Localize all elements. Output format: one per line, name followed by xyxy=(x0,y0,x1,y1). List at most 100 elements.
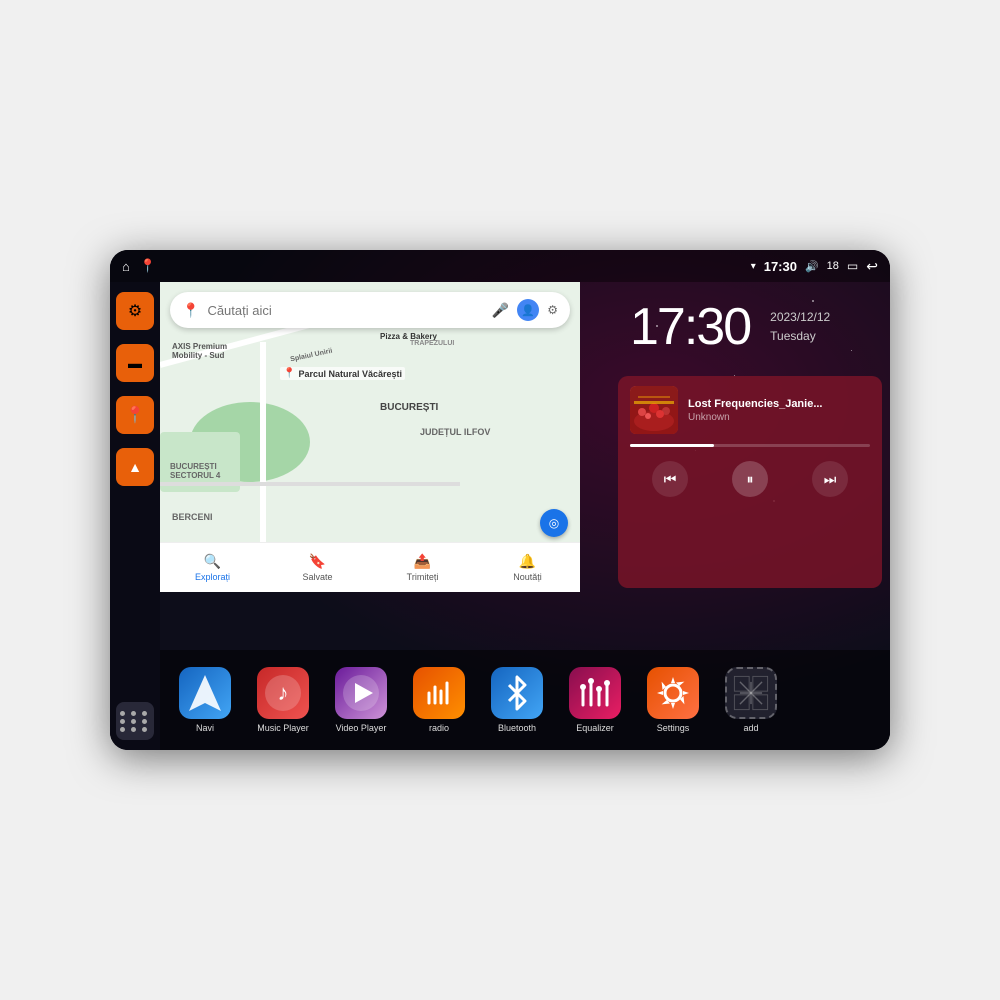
bluetooth-icon-box xyxy=(491,667,543,719)
map-search-input[interactable] xyxy=(207,303,483,318)
car-stereo-device: ⌂ 📍 ▾ 17:30 🔊 18 ▭ ↩ ⚙ ▬ 📍 xyxy=(110,250,890,750)
music-title: Lost Frequencies_Janie... xyxy=(688,398,870,410)
equalizer-icon-box xyxy=(569,667,621,719)
map-label-sector4: BUCUREȘTISECTORUL 4 xyxy=(170,462,220,480)
map-label-ilfov: JUDEȚUL ILFOV xyxy=(420,427,490,437)
music-controls: ⏮ ⏸ ⏭ xyxy=(630,461,870,497)
navi-icon-box xyxy=(179,667,231,719)
music-info: Lost Frequencies_Janie... Unknown xyxy=(688,398,870,423)
clock-widget: 17:30 2023/12/12 Tuesday xyxy=(610,282,890,372)
prev-button[interactable]: ⏮ xyxy=(652,461,688,497)
location-arrow-icon: ◎ xyxy=(549,516,559,530)
maps-status-icon[interactable]: 📍 xyxy=(140,258,156,274)
sidebar-item-files[interactable]: ▬ xyxy=(116,344,154,382)
map-label-berceni: BERCENI xyxy=(172,512,213,522)
svg-text:♪: ♪ xyxy=(278,680,289,705)
navigate-icon: ▲ xyxy=(128,459,142,475)
home-icon[interactable]: ⌂ xyxy=(122,259,130,274)
sidebar-item-grid-menu[interactable] xyxy=(116,702,154,740)
add-icon-box xyxy=(725,667,777,719)
map-label-axis: AXIS PremiumMobility - Sud xyxy=(172,342,227,360)
music-top: Lost Frequencies_Janie... Unknown xyxy=(630,386,870,434)
add-label: add xyxy=(743,723,758,733)
music-player-label: Music Player xyxy=(257,723,309,733)
app-icon-add[interactable]: add xyxy=(716,667,786,733)
settings-map-icon[interactable]: ⚙ xyxy=(547,303,558,317)
next-button[interactable]: ⏭ xyxy=(812,461,848,497)
wifi-icon: ▾ xyxy=(751,261,756,272)
prev-icon: ⏮ xyxy=(664,471,677,488)
map-location-button[interactable]: ◎ xyxy=(540,509,568,537)
video-player-label: Video Player xyxy=(336,723,387,733)
explore-icon: 🔍 xyxy=(204,553,221,570)
map-panel: AXIS PremiumMobility - Sud Pizza & Baker… xyxy=(160,282,580,592)
sidebar: ⚙ ▬ 📍 ▲ xyxy=(110,282,160,750)
equalizer-label: Equalizer xyxy=(576,723,614,733)
music-progress-fill xyxy=(630,444,714,447)
navi-label: Navi xyxy=(196,723,214,733)
google-maps-icon: 📍 xyxy=(182,302,199,319)
gear-icon: ⚙ xyxy=(128,301,142,321)
clock-time: 17:30 xyxy=(630,297,750,357)
saved-icon: 🔖 xyxy=(309,553,326,570)
sidebar-item-settings[interactable]: ⚙ xyxy=(116,292,154,330)
app-icon-navi[interactable]: Navi xyxy=(170,667,240,733)
back-icon[interactable]: ↩ xyxy=(866,258,878,275)
account-icon[interactable]: 👤 xyxy=(517,299,539,321)
video-player-icon-box xyxy=(335,667,387,719)
main-content: AXIS PremiumMobility - Sud Pizza & Baker… xyxy=(160,282,890,750)
battery-level: 18 xyxy=(827,260,839,272)
music-player-icon-box: ♪ xyxy=(257,667,309,719)
map-label-trapezului: TRAPEZULUI xyxy=(410,340,454,347)
map-tab-saved-label: Salvate xyxy=(302,572,332,582)
map-label-splaiul: Splaiul Unirii xyxy=(290,348,333,364)
battery-icon: ▭ xyxy=(847,259,858,273)
clock-date: 2023/12/12 Tuesday xyxy=(770,308,830,346)
grid-dots xyxy=(120,711,150,732)
time-display: 17:30 xyxy=(764,259,797,274)
app-icon-music-player[interactable]: ♪ Music Player xyxy=(248,667,318,733)
map-bottom-tabs: 🔍 Explorați 🔖 Salvate 📤 Trimiteți 🔔 Nout… xyxy=(160,542,580,592)
status-left: ⌂ 📍 xyxy=(122,258,156,274)
map-tab-explore-label: Explorați xyxy=(195,572,230,582)
map-label-bucuresti: BUCUREȘTI xyxy=(380,402,438,413)
right-panel: 17:30 2023/12/12 Tuesday xyxy=(610,282,890,592)
app-icon-radio[interactable]: radio xyxy=(404,667,474,733)
app-grid-area: Navi ♪ Music Player xyxy=(160,650,890,750)
play-pause-button[interactable]: ⏸ xyxy=(732,461,768,497)
map-search-bar[interactable]: 📍 🎤 👤 ⚙ xyxy=(170,292,570,328)
map-tab-news-label: Noutăți xyxy=(513,572,542,582)
news-icon: 🔔 xyxy=(519,553,536,570)
radio-label: radio xyxy=(429,723,449,733)
radio-icon-box xyxy=(413,667,465,719)
map-tab-explore[interactable]: 🔍 Explorați xyxy=(160,553,265,582)
app-icon-video-player[interactable]: Video Player xyxy=(326,667,396,733)
screen: ⌂ 📍 ▾ 17:30 🔊 18 ▭ ↩ ⚙ ▬ 📍 xyxy=(110,250,890,750)
location-icon: 📍 xyxy=(125,405,145,425)
volume-icon: 🔊 xyxy=(805,260,819,273)
app-icon-equalizer[interactable]: Equalizer xyxy=(560,667,630,733)
app-icon-bluetooth[interactable]: Bluetooth xyxy=(482,667,552,733)
microphone-icon[interactable]: 🎤 xyxy=(492,302,509,319)
map-tab-news[interactable]: 🔔 Noutăți xyxy=(475,553,580,582)
bluetooth-label: Bluetooth xyxy=(498,723,536,733)
clock-day-value: Tuesday xyxy=(770,327,830,346)
next-icon: ⏭ xyxy=(824,471,837,488)
app-icon-settings[interactable]: Settings xyxy=(638,667,708,733)
files-icon: ▬ xyxy=(128,355,142,371)
status-bar: ⌂ 📍 ▾ 17:30 🔊 18 ▭ ↩ xyxy=(110,250,890,282)
sidebar-item-navigation[interactable]: ▲ xyxy=(116,448,154,486)
pause-icon: ⏸ xyxy=(747,471,754,488)
clock-date-value: 2023/12/12 xyxy=(770,308,830,327)
music-widget: Lost Frequencies_Janie... Unknown ⏮ ⏸ xyxy=(618,376,882,588)
status-right: ▾ 17:30 🔊 18 ▭ ↩ xyxy=(751,258,878,275)
map-label-parc: 📍 Parcul Natural Văcărești xyxy=(280,367,405,380)
map-tab-saved[interactable]: 🔖 Salvate xyxy=(265,553,370,582)
map-tab-share-label: Trimiteți xyxy=(407,572,439,582)
sidebar-item-location[interactable]: 📍 xyxy=(116,396,154,434)
settings-icon-box xyxy=(647,667,699,719)
share-icon: 📤 xyxy=(414,553,431,570)
map-tab-share[interactable]: 📤 Trimiteți xyxy=(370,553,475,582)
album-art xyxy=(630,386,678,434)
music-progress-bar[interactable] xyxy=(630,444,870,447)
